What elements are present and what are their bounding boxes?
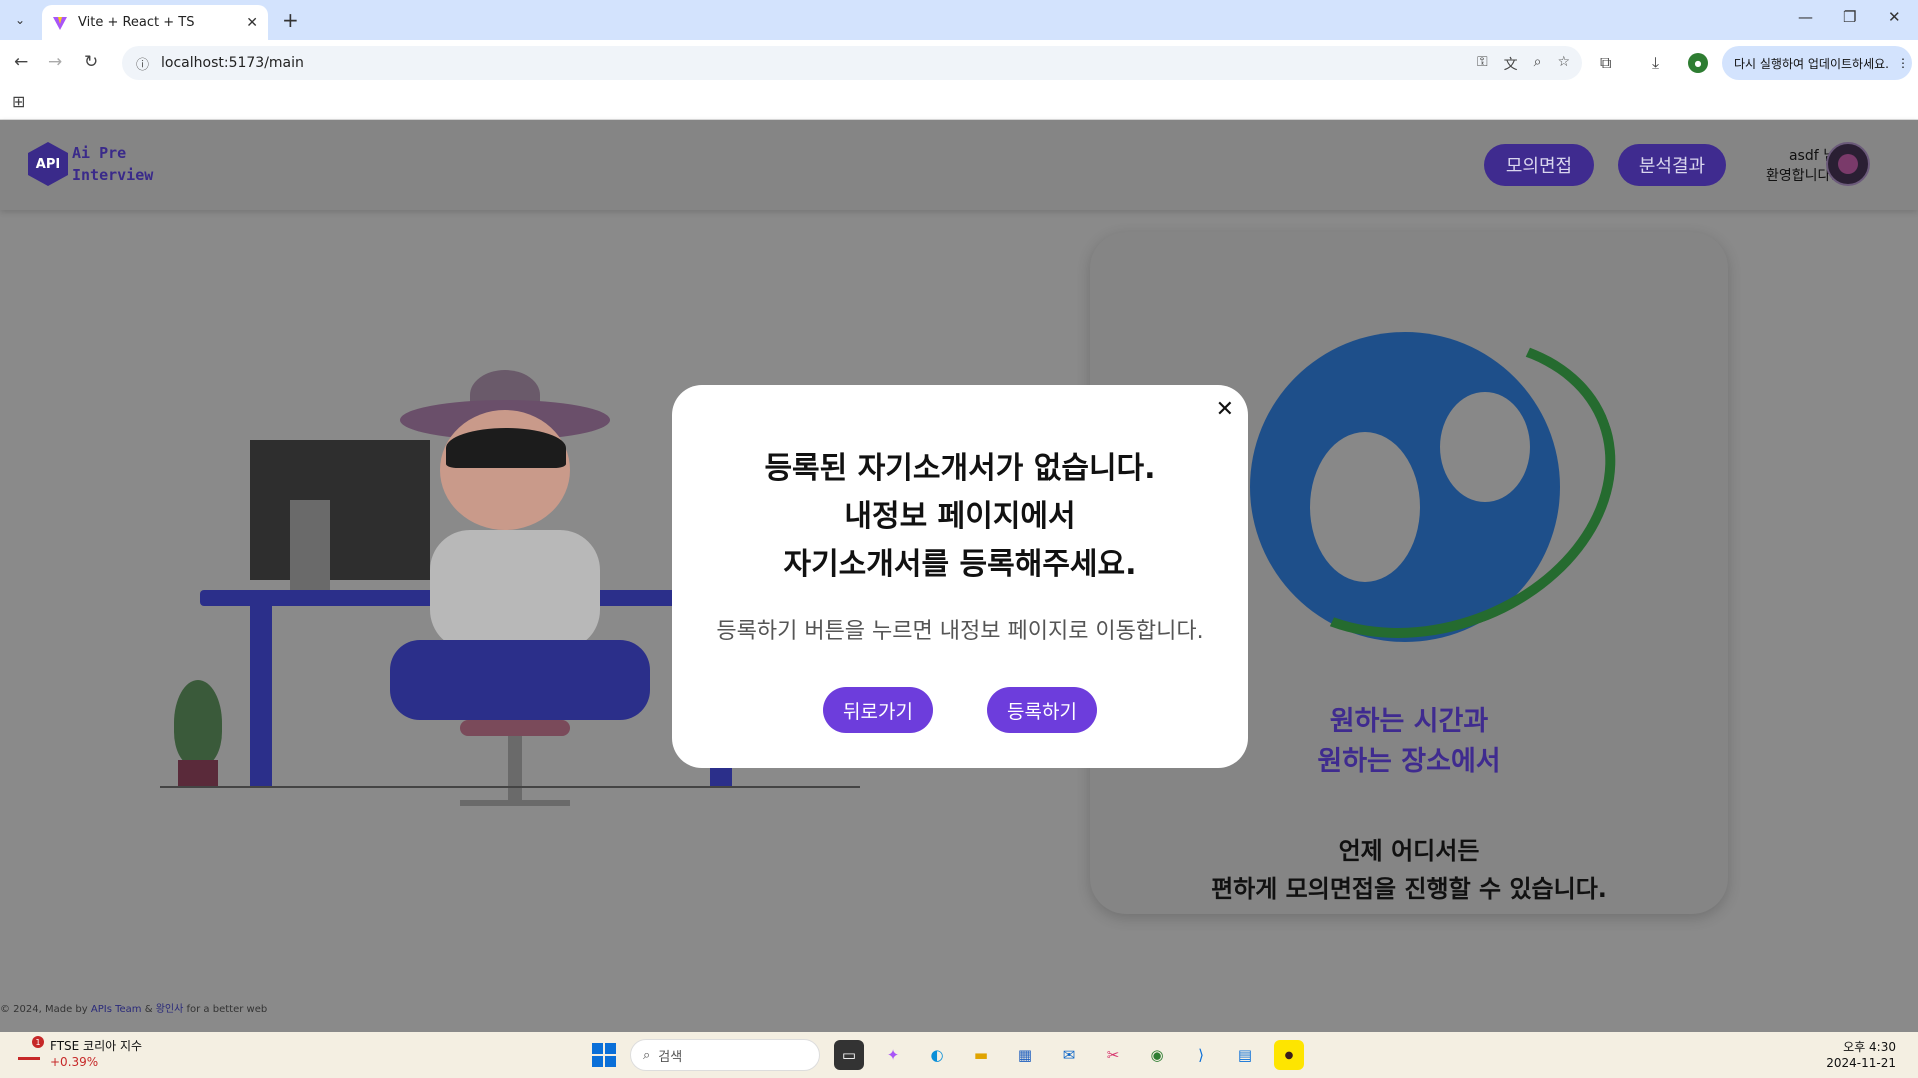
system-clock[interactable]: 오후 4:30 2024-11-21 bbox=[1826, 1039, 1896, 1071]
orbit-arrow-illustration bbox=[1201, 285, 1659, 689]
stock-badge: 1 bbox=[32, 1036, 44, 1048]
app-logo[interactable]: API Ai Pre Interview bbox=[28, 142, 153, 186]
bookmark-star-icon[interactable]: ☆ bbox=[1557, 54, 1570, 74]
address-bar[interactable]: ⓘ localhost:5173/main ⚿ 文 ⌕ ☆ bbox=[122, 46, 1582, 80]
stock-name: FTSE 코리아 지수 bbox=[50, 1039, 143, 1053]
tab-list-dropdown-icon[interactable]: ⌄ bbox=[8, 8, 32, 32]
windows-start-icon[interactable] bbox=[592, 1043, 616, 1067]
chair-post bbox=[508, 736, 522, 806]
app-header: API Ai Pre Interview 모의면접 분석결과 asdf 님 환영… bbox=[0, 120, 1918, 210]
footer-member-link[interactable]: 왕인사 bbox=[156, 1004, 184, 1015]
update-button[interactable]: 다시 실행하여 업데이트하세요. ⋮ bbox=[1722, 46, 1912, 80]
browser-tabbar: ⌄ Vite + React + TS ✕ + — ❐ ✕ bbox=[0, 0, 1918, 40]
translate-icon[interactable]: 文 bbox=[1504, 54, 1518, 74]
menu-dots-icon[interactable]: ⋮ bbox=[1897, 56, 1909, 70]
plant-illustration bbox=[174, 680, 222, 766]
person-hair bbox=[446, 428, 566, 468]
vscode-icon[interactable]: ⟩ bbox=[1186, 1040, 1216, 1070]
card-description: 언제 어디서든 편하게 모의면접을 진행할 수 있습니다. bbox=[1090, 832, 1728, 908]
modal-title-line: 자기소개서를 등록해주세요. bbox=[783, 547, 1137, 582]
reload-icon[interactable]: ↻ bbox=[84, 52, 98, 72]
stock-widget[interactable]: 1 FTSE 코리아 지수 +0.39% bbox=[18, 1036, 143, 1070]
logo-line2: Interview bbox=[72, 166, 154, 184]
outlook-icon[interactable]: ✉ bbox=[1054, 1040, 1084, 1070]
card-black-line: 편하게 모의면접을 진행할 수 있습니다. bbox=[1211, 875, 1607, 903]
zoom-icon[interactable]: ⌕ bbox=[1534, 54, 1542, 74]
store-icon[interactable]: ▦ bbox=[1010, 1040, 1040, 1070]
bookmarks-bar: ⊞ bbox=[0, 86, 1918, 120]
browser-toolbar: ← → ↻ ⓘ localhost:5173/main ⚿ 文 ⌕ ☆ ⧉ ⤓ … bbox=[0, 40, 1918, 86]
chair-base bbox=[460, 800, 570, 806]
user-name: asdf 님 bbox=[1788, 148, 1836, 164]
clock-date: 2024-11-21 bbox=[1826, 1056, 1896, 1070]
search-icon: ⌕ bbox=[643, 1047, 651, 1063]
tab-title: Vite + React + TS bbox=[78, 15, 195, 30]
desk-leg bbox=[250, 606, 272, 786]
user-greeting: asdf 님 환영합니다! bbox=[1744, 146, 1836, 186]
back-button[interactable]: 뒤로가기 bbox=[823, 687, 933, 733]
stock-change: +0.39% bbox=[50, 1055, 99, 1069]
new-tab-icon[interactable]: + bbox=[282, 8, 299, 32]
modal-title-line: 등록된 자기소개서가 없습니다. bbox=[764, 451, 1156, 486]
update-label: 다시 실행하여 업데이트하세요. bbox=[1734, 56, 1889, 71]
download-icon[interactable]: ⤓ bbox=[1652, 53, 1659, 73]
password-key-icon[interactable]: ⚿ bbox=[1477, 54, 1488, 74]
person-legs bbox=[390, 640, 650, 720]
notepad-icon[interactable]: ▤ bbox=[1230, 1040, 1260, 1070]
floor-line bbox=[160, 786, 860, 788]
logo-text: Ai Pre Interview bbox=[72, 142, 153, 186]
edge-icon[interactable]: ◐ bbox=[922, 1040, 952, 1070]
os-taskbar: 1 FTSE 코리아 지수 +0.39% ⌕ 검색 ▭ ✦ ◐ ▬ ▦ ✉ ✂ … bbox=[0, 1032, 1918, 1078]
avatar[interactable] bbox=[1826, 142, 1870, 186]
file-explorer-icon[interactable]: ▬ bbox=[966, 1040, 996, 1070]
register-button[interactable]: 등록하기 bbox=[987, 687, 1097, 733]
task-view-icon[interactable]: ▭ bbox=[834, 1040, 864, 1070]
footer-suffix: for a better web bbox=[186, 1004, 268, 1015]
back-icon[interactable]: ← bbox=[14, 52, 28, 72]
profile-avatar[interactable]: ● bbox=[1688, 53, 1708, 73]
user-welcome: 환영합니다! bbox=[1765, 168, 1836, 184]
logo-line1: Ai Pre bbox=[72, 144, 127, 162]
no-resume-modal: ✕ 등록된 자기소개서가 없습니다. 내정보 페이지에서 자기소개서를 등록해주… bbox=[672, 385, 1248, 768]
modal-title: 등록된 자기소개서가 없습니다. 내정보 페이지에서 자기소개서를 등록해주세요… bbox=[672, 445, 1248, 589]
logo-mark: API bbox=[28, 142, 68, 186]
person-body bbox=[430, 530, 600, 650]
taskbar-search[interactable]: ⌕ 검색 bbox=[630, 1039, 820, 1071]
plant-pot bbox=[178, 760, 218, 786]
monitor-stand bbox=[290, 500, 330, 590]
analysis-results-button[interactable]: 분석결과 bbox=[1618, 144, 1726, 186]
footer-team-link[interactable]: APIs Team bbox=[91, 1004, 142, 1015]
search-placeholder: 검색 bbox=[658, 1049, 683, 1065]
chair-seat bbox=[460, 720, 570, 736]
tab-close-icon[interactable]: ✕ bbox=[246, 15, 258, 31]
modal-title-line: 내정보 페이지에서 bbox=[844, 499, 1076, 534]
footer: © 2024, Made by APIs Team & 왕인사 for a be… bbox=[0, 1000, 267, 1015]
stock-chart-icon: 1 bbox=[18, 1036, 44, 1062]
url-text: localhost:5173/main bbox=[161, 55, 304, 71]
snipping-tool-icon[interactable]: ✂ bbox=[1098, 1040, 1128, 1070]
extensions-icon[interactable]: ⧉ bbox=[1600, 53, 1611, 73]
window-close-icon[interactable]: ✕ bbox=[1888, 8, 1901, 26]
kakaotalk-icon[interactable]: ● bbox=[1274, 1040, 1304, 1070]
copilot-icon[interactable]: ✦ bbox=[878, 1040, 908, 1070]
monitor-illustration bbox=[250, 440, 430, 580]
site-info-icon[interactable]: ⓘ bbox=[136, 54, 149, 73]
apps-grid-icon[interactable]: ⊞ bbox=[12, 92, 25, 111]
close-icon[interactable]: ✕ bbox=[1216, 397, 1234, 422]
mock-interview-button[interactable]: 모의면접 bbox=[1484, 144, 1594, 186]
browser-tab[interactable]: Vite + React + TS ✕ bbox=[42, 5, 268, 40]
restore-icon[interactable]: ❐ bbox=[1843, 8, 1856, 26]
chrome-icon[interactable]: ◉ bbox=[1142, 1040, 1172, 1070]
forward-icon[interactable]: → bbox=[48, 52, 62, 72]
modal-subtitle: 등록하기 버튼을 누르면 내정보 페이지로 이동합니다. bbox=[716, 619, 1204, 644]
card-black-line: 언제 어디서든 bbox=[1338, 837, 1480, 865]
footer-prefix: © 2024, Made by bbox=[0, 1004, 88, 1015]
footer-amp: & bbox=[144, 1004, 153, 1015]
vite-icon bbox=[53, 16, 67, 30]
clock-time: 오후 4:30 bbox=[1843, 1040, 1896, 1054]
minimize-icon[interactable]: — bbox=[1798, 8, 1813, 26]
